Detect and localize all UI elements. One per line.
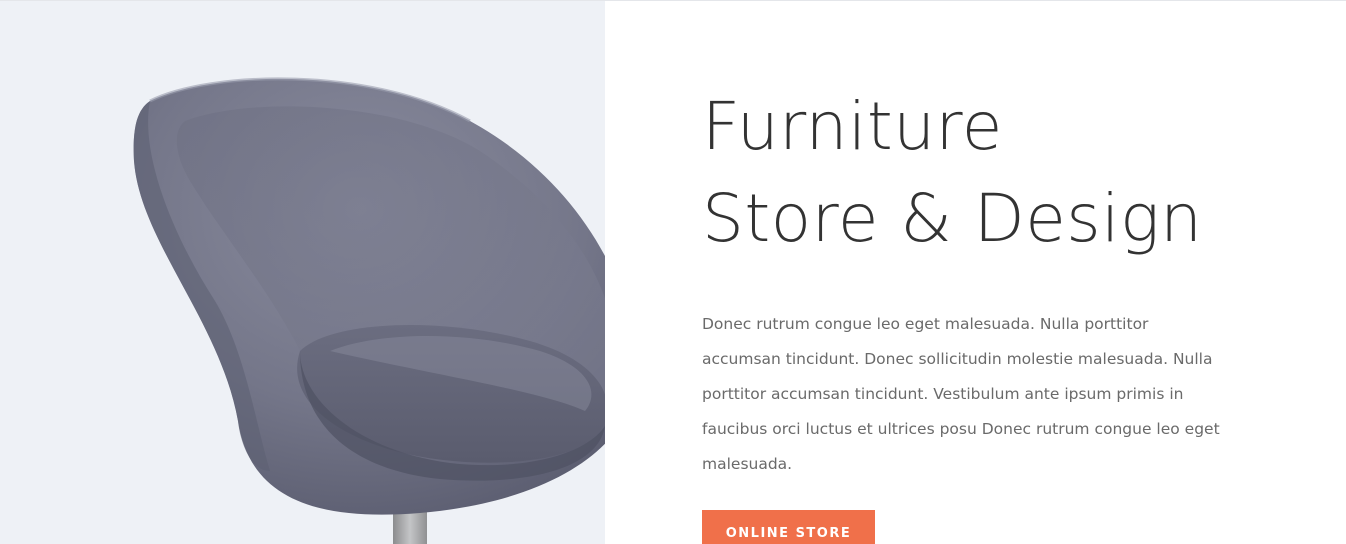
- hero-description: Donec rutrum congue leo eget malesuada. …: [702, 315, 1220, 473]
- hero-title-line-2: Store & Design: [702, 180, 1203, 257]
- hero-image-panel: [0, 1, 605, 544]
- hero-content: Furniture Store & Design Donec rutrum co…: [702, 81, 1242, 544]
- armchair-image: [133, 77, 605, 544]
- hero-section: Furniture Store & Design Donec rutrum co…: [0, 0, 1346, 544]
- hero-title-line-1: Furniture: [702, 88, 1003, 165]
- hero-title: Furniture Store & Design: [702, 81, 1242, 265]
- online-store-button[interactable]: ONLINE STORE: [702, 510, 875, 544]
